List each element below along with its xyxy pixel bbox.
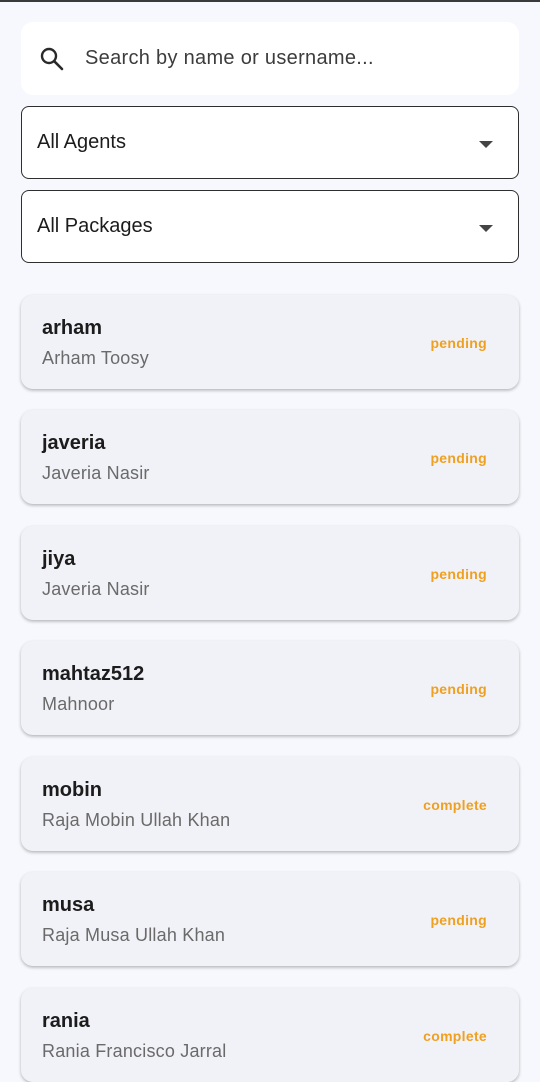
status-badge: complete [423,1028,487,1044]
search-icon [40,47,64,71]
full-name: Raja Musa Ullah Khan [42,925,226,945]
username: musa [42,894,95,916]
username: javeria [42,432,106,454]
username: rania [42,1010,90,1032]
full-name: Rania Francisco Jarral [42,1041,227,1061]
agent-filter-dropdown[interactable]: All Agents [21,106,519,179]
package-filter-dropdown[interactable]: All Packages [21,190,519,263]
search-input[interactable]: Search by name or username... [21,22,519,95]
full-name: Javeria Nasir [42,579,150,599]
chevron-down-icon [479,141,493,148]
username: mahtaz512 [42,663,145,685]
top-divider [0,0,540,2]
search-placeholder: Search by name or username... [85,47,374,69]
package-filter-value: All Packages [37,215,153,237]
full-name: Mahnoor [42,694,115,714]
status-badge: pending [430,450,487,466]
list-item[interactable]: rania Rania Francisco Jarral complete [21,988,519,1082]
agent-filter-value: All Agents [37,131,126,153]
status-badge: pending [430,335,487,351]
status-badge: complete [423,797,487,813]
username: jiya [42,548,76,570]
status-badge: pending [430,681,487,697]
status-badge: pending [430,566,487,582]
list-item[interactable]: javeria Javeria Nasir pending [21,410,519,504]
list-item[interactable]: jiya Javeria Nasir pending [21,526,519,620]
list-item[interactable]: mahtaz512 Mahnoor pending [21,641,519,735]
chevron-down-icon [479,225,493,232]
full-name: Raja Mobin Ullah Khan [42,810,231,830]
username: mobin [42,779,102,801]
list-item[interactable]: musa Raja Musa Ullah Khan pending [21,872,519,966]
list-item[interactable]: mobin Raja Mobin Ullah Khan complete [21,757,519,851]
full-name: Javeria Nasir [42,463,150,483]
status-badge: pending [430,912,487,928]
full-name: Arham Toosy [42,348,149,368]
username: arham [42,317,103,339]
list-item[interactable]: arham Arham Toosy pending [21,295,519,389]
